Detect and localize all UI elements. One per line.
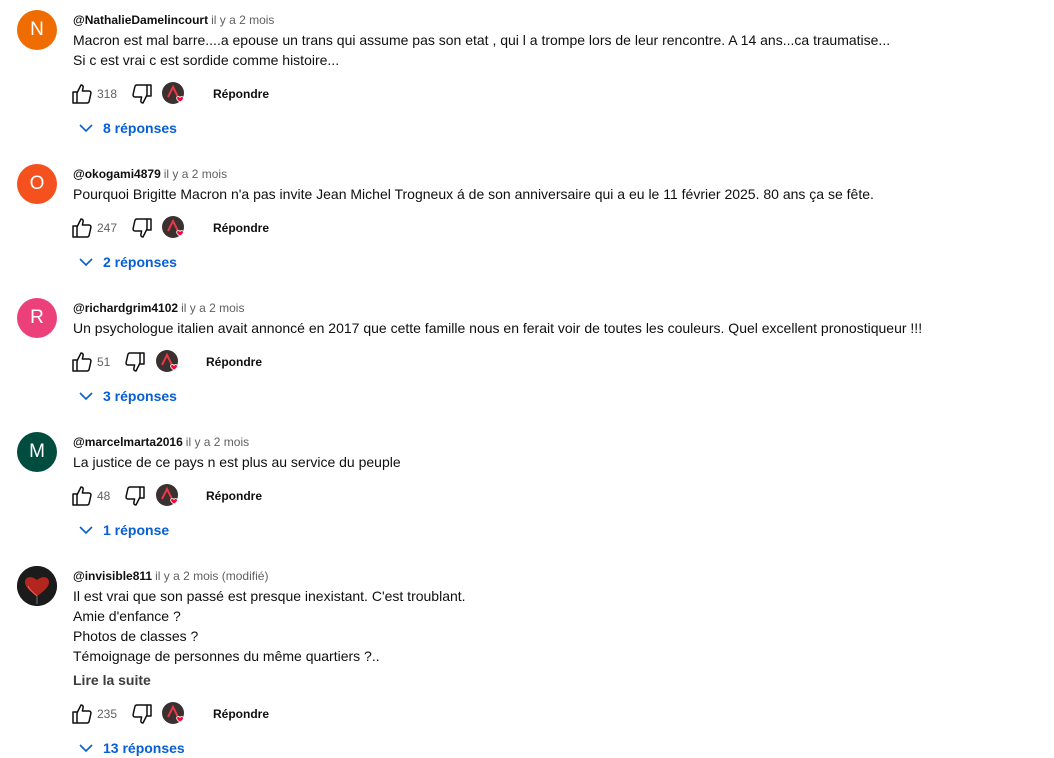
author-name[interactable]: @NathalieDamelincourt <box>73 13 208 27</box>
comment-timestamp[interactable]: il y a 2 mois (modifié) <box>155 569 268 583</box>
comment-line: Macron est mal barre....a epouse un tran… <box>73 32 891 48</box>
reply-button[interactable]: Répondre <box>213 86 269 102</box>
chevron-down-icon <box>79 124 93 133</box>
comment-timestamp[interactable]: il y a 2 mois <box>181 301 244 315</box>
reply-button[interactable]: Répondre <box>213 220 269 236</box>
thumbs-up-icon[interactable] <box>70 350 94 374</box>
author-name[interactable]: @okogami4879 <box>73 167 161 181</box>
comment-header: @marcelmarta2016 il y a 2 mois <box>73 434 249 450</box>
thumbs-up-icon[interactable] <box>70 484 94 508</box>
comment-line: Si c est vrai c est sordide comme histoi… <box>73 52 340 68</box>
author-name[interactable]: @invisible811 <box>73 569 152 583</box>
thumbs-down-icon[interactable] <box>123 350 147 374</box>
thumbs-up-icon[interactable] <box>70 702 94 726</box>
view-replies-button[interactable]: 3 réponses <box>76 386 177 406</box>
comment-actions: 235 Répondre <box>70 702 330 726</box>
like-count: 247 <box>97 221 118 235</box>
comment-line: Photos de classes ? <box>73 628 199 644</box>
heart-avatar-icon <box>17 566 57 606</box>
author-name[interactable]: @richardgrim4102 <box>73 301 178 315</box>
thumbs-down-icon[interactable] <box>130 702 154 726</box>
creator-heart-icon <box>162 82 184 104</box>
comment-text: Pourquoi Brigitte Macron n'a pas invite … <box>73 184 874 204</box>
avatar[interactable]: R <box>17 298 57 338</box>
comment-header: @okogami4879 il y a 2 mois <box>73 166 227 182</box>
comment-line: Un psychologue italien avait annoncé en … <box>73 320 923 336</box>
avatar[interactable]: N <box>17 10 57 50</box>
chevron-down-icon <box>79 744 93 753</box>
creator-heart-icon <box>156 350 178 372</box>
thumbs-down-icon[interactable] <box>130 216 154 240</box>
comment-header: @NathalieDamelincourt il y a 2 mois <box>73 12 274 28</box>
comment-timestamp[interactable]: il y a 2 mois <box>164 167 227 181</box>
comment-actions: 318 Répondre <box>70 82 330 106</box>
comment-actions: 51 Répondre <box>70 350 330 374</box>
avatar[interactable]: M <box>17 432 57 472</box>
thumbs-up-icon[interactable] <box>70 216 94 240</box>
like-count: 235 <box>97 707 118 721</box>
replies-count-label: 13 réponses <box>103 740 185 756</box>
creator-heart-icon <box>156 484 178 506</box>
view-replies-button[interactable]: 2 réponses <box>76 252 177 272</box>
comment-text: Un psychologue italien avait annoncé en … <box>73 318 922 338</box>
chevron-down-icon <box>79 392 93 401</box>
comment-line: Il est vrai que son passé est presque in… <box>73 588 466 604</box>
comment-timestamp[interactable]: il y a 2 mois <box>211 13 274 27</box>
replies-count-label: 2 réponses <box>103 254 177 270</box>
read-more-link[interactable]: Lire la suite <box>73 672 151 688</box>
chevron-down-icon <box>79 526 93 535</box>
reply-button[interactable]: Répondre <box>206 488 262 504</box>
comment-timestamp[interactable]: il y a 2 mois <box>186 435 249 449</box>
view-replies-button[interactable]: 8 réponses <box>76 118 177 138</box>
chevron-down-icon <box>79 258 93 267</box>
comment-line: Amie d'enfance ? <box>73 608 181 624</box>
reply-button[interactable]: Répondre <box>206 354 262 370</box>
creator-heart-icon <box>162 702 184 724</box>
view-replies-button[interactable]: 13 réponses <box>76 738 185 758</box>
avatar[interactable] <box>17 566 57 606</box>
replies-count-label: 1 réponse <box>103 522 170 538</box>
comment-actions: 247 Répondre <box>70 216 330 240</box>
thumbs-down-icon[interactable] <box>130 82 154 106</box>
replies-count-label: 3 réponses <box>103 388 177 404</box>
like-count: 318 <box>97 87 118 101</box>
comment-actions: 48 Répondre <box>70 484 330 508</box>
like-count: 51 <box>97 355 111 369</box>
comment-text: Il est vrai que son passé est presque in… <box>73 586 466 666</box>
comment-line: Témoignage de personnes du même quartier… <box>73 648 380 664</box>
author-name[interactable]: @marcelmarta2016 <box>73 435 183 449</box>
avatar[interactable]: O <box>17 164 57 204</box>
comment-text: Macron est mal barre....a epouse un tran… <box>73 30 890 70</box>
comment-header: @richardgrim4102 il y a 2 mois <box>73 300 244 316</box>
like-count: 48 <box>97 489 111 503</box>
comment-header: @invisible811 il y a 2 mois (modifié) <box>73 568 268 584</box>
comment-line: Pourquoi Brigitte Macron n'a pas invite … <box>73 186 874 202</box>
comment-text: La justice de ce pays n est plus au serv… <box>73 452 401 472</box>
thumbs-down-icon[interactable] <box>123 484 147 508</box>
replies-count-label: 8 réponses <box>103 120 177 136</box>
view-replies-button[interactable]: 1 réponse <box>76 520 169 540</box>
reply-button[interactable]: Répondre <box>213 706 269 722</box>
creator-heart-icon <box>162 216 184 238</box>
comment-line: La justice de ce pays n est plus au serv… <box>73 454 401 470</box>
thumbs-up-icon[interactable] <box>70 82 94 106</box>
